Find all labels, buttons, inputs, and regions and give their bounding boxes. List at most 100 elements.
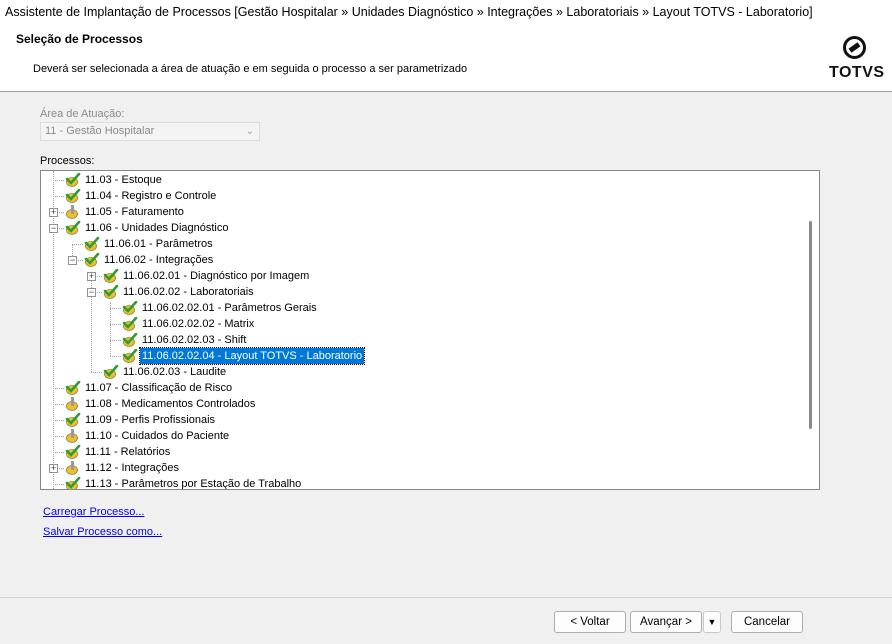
tree-item[interactable]: 11.06.02.02.02 - Matrix (41, 316, 801, 332)
tree-item[interactable]: 11.03 - Estoque (41, 172, 801, 188)
tree-item-label: 11.12 - Integrações (85, 462, 179, 474)
tree-item-label: 11.06.02.02.04 - Layout TOTVS - Laborato… (138, 347, 366, 365)
partial-process-icon (65, 429, 81, 443)
tree-item[interactable]: 11.13 - Parâmetros por Estação de Trabal… (41, 476, 801, 490)
totvs-logo-icon (843, 36, 866, 59)
tree-item-label: 11.05 - Faturamento (85, 206, 184, 218)
tree-item-label: 11.06.02.01 - Diagnóstico por Imagem (123, 270, 310, 282)
tree-item-label: 11.06.02.02 - Laboratoriais (123, 286, 254, 298)
tree-item-label: 11.09 - Perfis Profissionais (85, 414, 216, 426)
tree-item[interactable]: 11.08 - Medicamentos Controlados (41, 396, 801, 412)
checked-process-icon (65, 188, 81, 203)
tree-item-label: 11.06.02.02.02 - Matrix (142, 318, 255, 330)
tree-item-label: 11.06.02 - Integrações (104, 254, 214, 266)
tree-connector-line (91, 372, 102, 373)
checked-process-icon (103, 284, 119, 299)
tree-item[interactable]: − 11.06.02 - Integrações (41, 252, 801, 268)
tree-item-label: 11.06 - Unidades Diagnóstico (85, 222, 229, 234)
tree-item[interactable]: 11.09 - Perfis Profissionais (41, 412, 801, 428)
partial-process-icon (65, 205, 81, 219)
expand-icon[interactable]: + (49, 464, 58, 473)
scrollbar-thumb[interactable] (809, 221, 812, 429)
tree-connector-line (53, 180, 64, 181)
checked-process-icon (65, 172, 81, 187)
tree-item-label: 11.10 - Cuidados do Paciente (85, 430, 230, 442)
collapse-icon[interactable]: − (68, 256, 77, 265)
tree-item[interactable]: 11.06.01 - Parâmetros (41, 236, 801, 252)
tree-connector-line (72, 244, 83, 245)
wizard-header: Seleção de Processos Deverá ser selecion… (0, 24, 892, 92)
checked-process-icon (103, 268, 119, 283)
tree-item[interactable]: 11.06.02.02.04 - Layout TOTVS - Laborato… (41, 347, 801, 365)
tree-item-label: 11.08 - Medicamentos Controlados (85, 398, 256, 410)
partial-process-icon (65, 461, 81, 475)
tree-item-label: 11.06.01 - Parâmetros (104, 238, 213, 250)
back-button[interactable]: < Voltar (554, 611, 626, 633)
checked-process-icon (103, 364, 119, 379)
tree-connector-line (53, 484, 64, 485)
area-select-value: 11 - Gestão Hospitalar (45, 125, 155, 137)
checked-process-icon (65, 412, 81, 427)
tree-item[interactable]: 11.11 - Relatórios (41, 444, 801, 460)
window-title: Assistente de Implantação de Processos [… (0, 0, 892, 24)
tree-item[interactable]: 11.10 - Cuidados do Paciente (41, 428, 801, 444)
collapse-icon[interactable]: − (49, 224, 58, 233)
area-label: Área de Atuação: (40, 108, 125, 120)
tree-item-label: 11.06.02.02.01 - Parâmetros Gerais (142, 302, 317, 314)
tree-item[interactable]: − 11.06.02.02 - Laboratoriais (41, 284, 801, 300)
tree-connector-line (53, 452, 64, 453)
tree-connector-line (110, 356, 121, 357)
tree-item[interactable]: 11.06.02.02.03 - Shift (41, 332, 801, 348)
next-button[interactable]: Avançar > (630, 611, 702, 633)
checked-process-icon (84, 236, 100, 251)
processes-label: Processos: (40, 155, 95, 167)
tree-item[interactable]: 11.07 - Classificação de Risco (41, 380, 801, 396)
tree-connector-line (110, 308, 121, 309)
tree-connector-line (53, 196, 64, 197)
tree-connector-line (53, 388, 64, 389)
checked-process-icon (65, 380, 81, 395)
cancel-button[interactable]: Cancelar (731, 611, 803, 633)
checked-process-icon (65, 476, 81, 489)
totvs-logo-text: TOTVS (829, 64, 885, 81)
tree-item-label: 11.13 - Parâmetros por Estação de Trabal… (85, 478, 302, 490)
expand-icon[interactable]: + (87, 272, 96, 281)
tree-item[interactable]: 11.06.02.02.01 - Parâmetros Gerais (41, 300, 801, 316)
checked-process-icon (65, 444, 81, 459)
save-process-as-link[interactable]: Salvar Processo como... (43, 526, 162, 538)
checked-process-icon (65, 220, 81, 235)
checked-process-icon (122, 300, 138, 315)
tree-item[interactable]: +11.05 - Faturamento (41, 204, 801, 220)
chevron-down-icon[interactable]: ⌄ (246, 123, 254, 140)
tree-item[interactable]: − 11.06 - Unidades Diagnóstico (41, 220, 801, 236)
collapse-icon[interactable]: − (87, 288, 96, 297)
tree-item-label: 11.03 - Estoque (85, 174, 162, 186)
area-select[interactable]: 11 - Gestão Hospitalar ⌄ (40, 122, 260, 141)
tree-connector-line (53, 436, 64, 437)
tree-item[interactable]: +11.06.02.01 - Diagnóstico por Imagem (41, 268, 801, 284)
tree-item[interactable]: +11.12 - Integrações (41, 460, 801, 476)
page-subtitle: Deverá ser selecionada a área de atuação… (33, 63, 468, 75)
tree-connector-line (110, 340, 121, 341)
tree-item[interactable]: 11.04 - Registro e Controle (41, 188, 801, 204)
totvs-logo: TOTVS (826, 34, 886, 86)
load-process-link[interactable]: Carregar Processo... (43, 506, 144, 518)
page-title: Seleção de Processos (16, 32, 143, 46)
tree-connector-line (53, 420, 64, 421)
process-tree[interactable]: 11.03 - Estoque 11.04 - Registro e Contro… (40, 170, 820, 490)
tree-item-label: 11.07 - Classificação de Risco (85, 382, 233, 394)
tree-item[interactable]: 11.06.02.03 - Laudite (41, 364, 801, 380)
tree-item-label: 11.06.02.02.03 - Shift (142, 334, 247, 346)
tree-scrollbar[interactable] (802, 171, 819, 489)
expand-icon[interactable]: + (49, 208, 58, 217)
tree-item-label: 11.06.02.03 - Laudite (123, 366, 227, 378)
checked-process-icon (122, 332, 138, 347)
next-options-button[interactable]: ▼ (703, 611, 721, 633)
caret-down-icon: ▼ (707, 617, 717, 627)
checked-process-icon (122, 316, 138, 331)
checked-process-icon (122, 348, 138, 363)
tree-item-label: 11.11 - Relatórios (85, 446, 171, 458)
checked-process-icon (84, 252, 100, 267)
tree-connector-line (53, 404, 64, 405)
tree-item-label: 11.04 - Registro e Controle (85, 190, 217, 202)
